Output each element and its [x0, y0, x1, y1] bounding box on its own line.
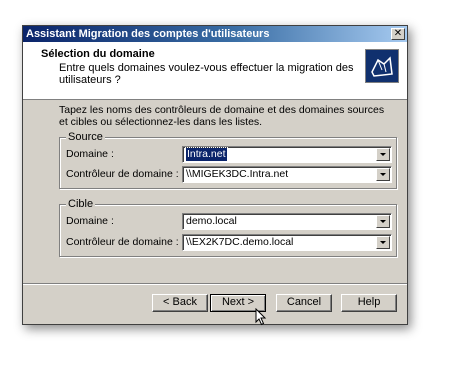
window-title: Assistant Migration des comptes d'utilis… [26, 28, 270, 40]
wizard-header: Sélection du domaine Entre quels domaine… [23, 42, 407, 100]
source-domain-label: Domaine : [66, 148, 114, 160]
source-dc-value: \\MIGEK3DC.Intra.net [186, 168, 289, 180]
target-group: Cible Domaine : demo.local Contrôleur de… [59, 198, 397, 257]
source-domain-combo[interactable]: Intra.net [182, 146, 392, 163]
chevron-down-icon[interactable] [376, 168, 390, 181]
page-subtitle: Entre quels domaines voulez-vous effectu… [59, 62, 354, 86]
target-domain-value: demo.local [186, 215, 237, 227]
target-dc-combo[interactable]: \\EX2K7DC.demo.local [182, 234, 392, 251]
cancel-button[interactable]: Cancel [276, 294, 332, 312]
chevron-down-icon[interactable] [376, 148, 390, 161]
chevron-down-icon[interactable] [376, 215, 390, 228]
target-domain-combo[interactable]: demo.local [182, 213, 392, 230]
chevron-down-icon[interactable] [376, 236, 390, 249]
target-domain-label: Domaine : [66, 215, 114, 227]
source-dc-combo[interactable]: \\MIGEK3DC.Intra.net [182, 166, 392, 183]
title-bar: Assistant Migration des comptes d'utilis… [23, 26, 407, 42]
target-dc-label: Contrôleur de domaine : [66, 236, 179, 248]
source-group: Source Domaine : Intra.net Contrôleur de… [59, 131, 397, 189]
wizard-window: Assistant Migration des comptes d'utilis… [22, 25, 408, 326]
source-domain-value: Intra.net [185, 147, 228, 162]
intro-text: Tapez les noms des contrôleurs de domain… [59, 104, 385, 128]
wizard-icon [365, 49, 399, 83]
source-dc-label: Contrôleur de domaine : [66, 168, 179, 180]
target-dc-value: \\EX2K7DC.demo.local [186, 236, 294, 248]
button-separator [23, 283, 407, 285]
close-icon[interactable]: ✕ [391, 28, 405, 40]
target-legend: Cible [66, 198, 96, 210]
source-legend: Source [66, 131, 105, 143]
help-button[interactable]: Help [341, 294, 397, 312]
back-button[interactable]: < Back [152, 294, 208, 312]
page-title: Sélection du domaine [41, 48, 155, 60]
mouse-cursor-icon [255, 307, 267, 329]
